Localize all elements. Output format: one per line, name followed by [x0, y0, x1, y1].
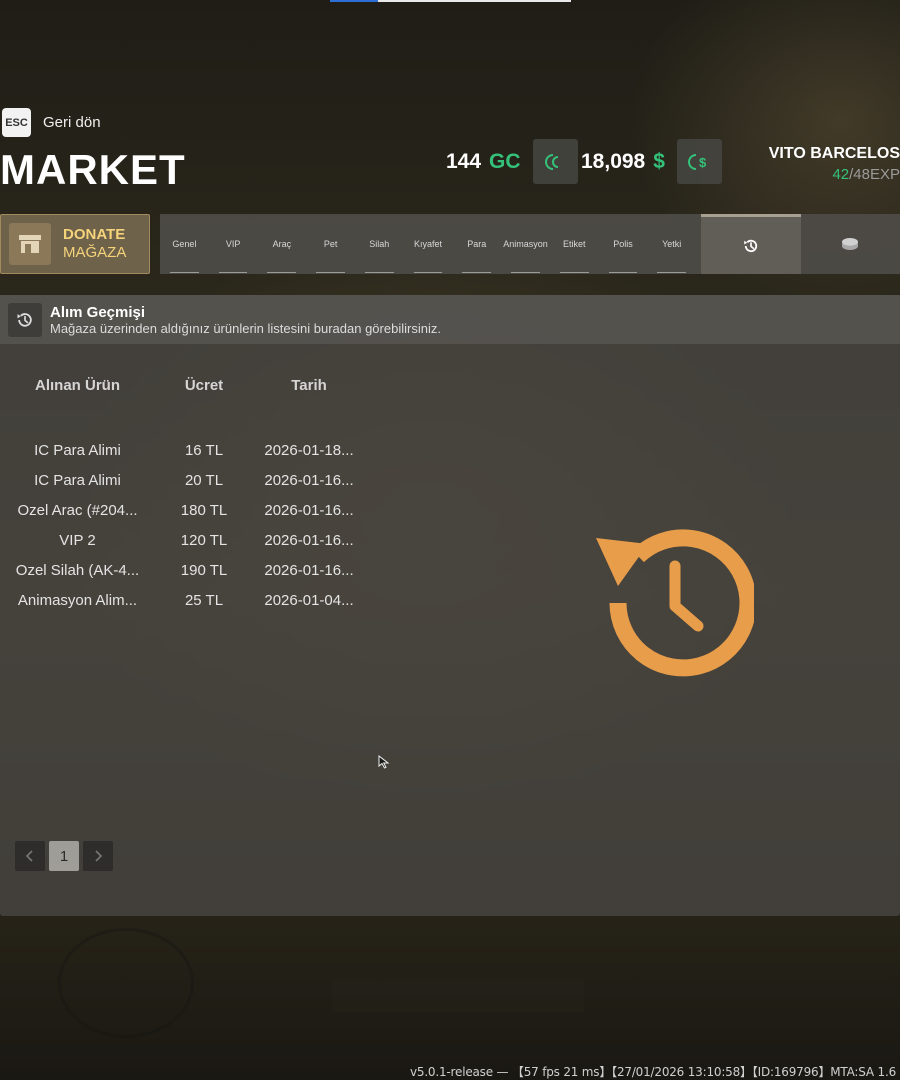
tab-animasyon[interactable]: Animasyon [501, 214, 550, 274]
gc-topup-button[interactable] [532, 139, 578, 184]
gc-value: 144 [446, 149, 482, 173]
purchase-history-panel: Alım Geçmişi Mağaza üzerinden aldığınız … [0, 295, 900, 916]
tab-genel[interactable]: Genel [160, 214, 209, 274]
mouse-cursor-icon [378, 755, 390, 769]
history-icon [8, 302, 42, 337]
cell-date: 2026-01-16... [264, 471, 354, 489]
progress-strip-blue [330, 0, 378, 2]
player-name: VITO BARCELOS [768, 145, 900, 162]
store-label: MAĞAZA [63, 244, 127, 261]
table-row: Ozel Arac (#204... 180 TL 2026-01-16... [0, 495, 370, 525]
background-timer [332, 978, 584, 1012]
player-exp: 42/48EXP [769, 166, 900, 183]
tab-pet[interactable]: Pet [306, 214, 355, 274]
page-number-button[interactable]: 1 [49, 841, 79, 871]
donate-store-button[interactable]: DONATE MAĞAZA [0, 214, 150, 274]
store-icon [9, 223, 51, 265]
prev-page-button[interactable] [15, 841, 45, 871]
exp-current: 42 [832, 166, 850, 183]
cell-price: 120 TL [180, 531, 228, 549]
next-page-button[interactable] [83, 841, 113, 871]
pagination: 1 [15, 841, 113, 871]
category-tabs: Genel VIP Araç Pet Silah Kıyafet Para An… [160, 214, 900, 274]
history-icon [744, 239, 757, 252]
gc-coin-icon [545, 153, 559, 170]
cash-coin-icon: $ [688, 153, 707, 170]
tab-kiyafet[interactable]: Kıyafet [404, 214, 453, 274]
cell-price: 190 TL [180, 561, 228, 579]
cell-product: VIP 2 [59, 531, 96, 549]
back-label: Geri dön [43, 114, 101, 131]
gc-unit: GC [489, 149, 521, 173]
cell-date: 2026-01-04... [264, 591, 354, 609]
panel-subtitle: Mağaza üzerinden aldığınız ürünlerin lis… [50, 320, 441, 336]
col-price: Ücret [184, 376, 224, 394]
tab-yetki[interactable]: Yetki [647, 214, 696, 274]
tab-silah[interactable]: Silah [355, 214, 404, 274]
table-row: Ozel Silah (AK-4... 190 TL 2026-01-16... [0, 555, 370, 585]
esc-key-badge: ESC [2, 108, 31, 137]
tab-coin[interactable] [801, 214, 900, 274]
table-row: IC Para Alimi 20 TL 2026-01-16... [0, 465, 370, 495]
table-row: VIP 2 120 TL 2026-01-16... [0, 525, 370, 555]
col-product: Alınan Ürün [35, 376, 120, 394]
back-button[interactable]: ESC Geri dön [2, 108, 101, 137]
chevron-right-icon [95, 850, 103, 862]
progress-strip-white [378, 0, 571, 2]
panel-header-text: Alım Geçmişi Mağaza üzerinden aldığınız … [50, 304, 441, 336]
cell-product: Animasyon Alim... [17, 591, 138, 609]
cell-date: 2026-01-16... [264, 501, 354, 519]
table-header: Alınan Ürün Ücret Tarih [0, 375, 370, 395]
cash-topup-button[interactable]: $ [676, 139, 722, 184]
tab-etiket[interactable]: Etiket [550, 214, 599, 274]
history-illustration-icon [596, 529, 754, 677]
coin-stack-icon [842, 238, 859, 250]
cell-price: 20 TL [184, 471, 224, 489]
table-body: IC Para Alimi 16 TL 2026-01-18... IC Par… [0, 435, 370, 615]
cell-date: 2026-01-18... [264, 441, 354, 459]
player-info: VITO BARCELOS 42/48EXP [769, 145, 900, 183]
cell-product: IC Para Alimi [34, 441, 121, 459]
donate-label: DONATE [63, 226, 126, 243]
chevron-left-icon [25, 850, 33, 862]
cash-unit: $ [653, 149, 665, 173]
cell-date: 2026-01-16... [264, 561, 354, 579]
cell-product: Ozel Arac (#204... [17, 501, 138, 519]
cell-date: 2026-01-16... [264, 531, 354, 549]
table-row: IC Para Alimi 16 TL 2026-01-18... [0, 435, 370, 465]
page-title: MARKET [0, 146, 186, 193]
cell-product: Ozel Silah (AK-4... [15, 561, 140, 579]
version-footer: v5.0.1-release — 【57 fps 21 ms】【27/01/20… [409, 1065, 896, 1079]
cash-value: 18,098 [581, 149, 646, 173]
cell-price: 180 TL [180, 501, 228, 519]
tab-polis[interactable]: Polis [599, 214, 648, 274]
panel-header: Alım Geçmişi Mağaza üzerinden aldığınız … [0, 295, 900, 344]
cell-price: 16 TL [184, 441, 224, 459]
table-row: Animasyon Alim... 25 TL 2026-01-04... [0, 585, 370, 615]
tab-history[interactable] [701, 214, 801, 274]
cell-product: IC Para Alimi [34, 471, 121, 489]
donate-text: DONATE MAĞAZA [63, 226, 126, 262]
cell-price: 25 TL [184, 591, 224, 609]
background-minimap [58, 928, 194, 1038]
col-date: Tarih [291, 376, 327, 394]
history-table: Alınan Ürün Ücret Tarih IC Para Alimi 16… [0, 375, 370, 615]
svg-text:$: $ [699, 155, 707, 170]
panel-title: Alım Geçmişi [50, 303, 146, 321]
cash-balance: 18,098 $ $ [581, 139, 722, 184]
tab-para[interactable]: Para [452, 214, 501, 274]
tab-arac[interactable]: Araç [257, 214, 306, 274]
tab-vip[interactable]: VIP [209, 214, 258, 274]
gc-balance: 144 GC [446, 139, 578, 184]
exp-rest: /48EXP [849, 166, 900, 183]
